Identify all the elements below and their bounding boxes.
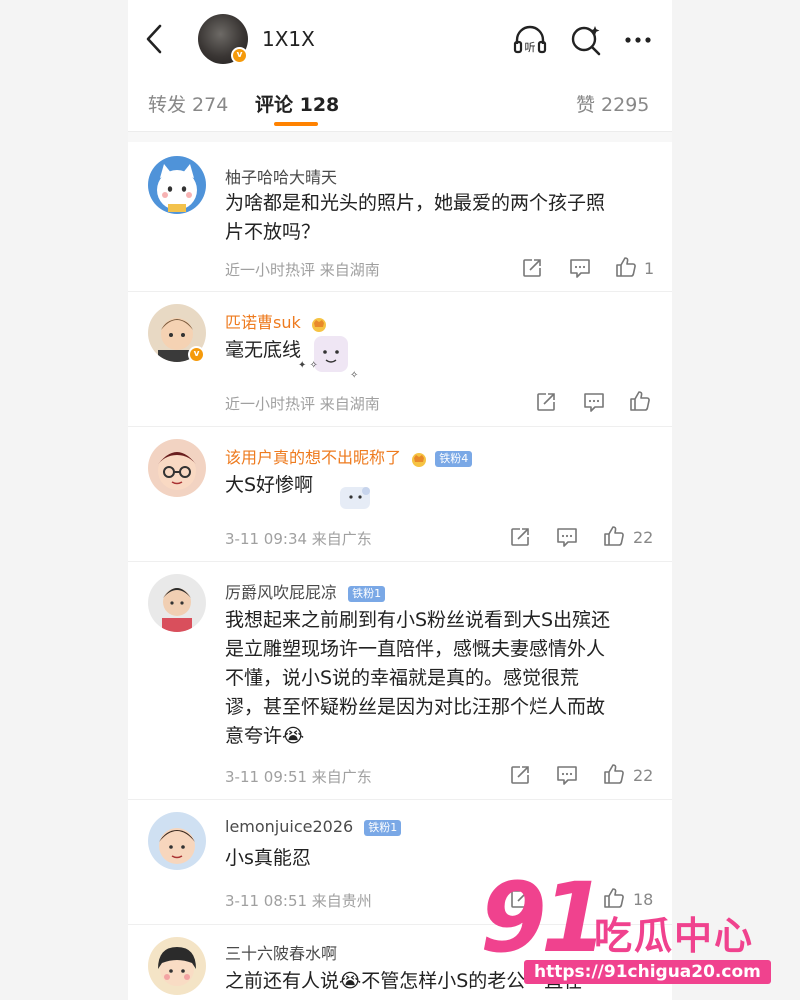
ghost-sticker-icon: ✦ ✧ ✧ [298, 336, 358, 381]
like-count: 22 [633, 766, 654, 785]
comment-text: 我想起来之前刷到有小S粉丝说看到大S出殡还 是立雕塑现场许一直陪伴，感慨夫妻感情… [225, 606, 645, 751]
verified-badge: v [231, 47, 248, 64]
comment-item: 厉爵风吹屁屁凉 铁粉1 我想起来之前刷到有小S粉丝说看到大S出殡还 是立雕塑现场… [128, 562, 672, 800]
svg-text:✧: ✧ [350, 370, 358, 381]
commenter-name[interactable]: 匹诺曹suk [225, 309, 328, 333]
commenter-name[interactable]: 三十六陂春水啊 [225, 940, 337, 964]
search-icon[interactable] [568, 22, 604, 58]
active-tab-indicator [274, 122, 318, 126]
comment-text-line: 片不放吗？ [225, 221, 321, 243]
crown-badge-icon [311, 317, 326, 332]
commenter-name[interactable]: lemonjuice2026 铁粉1 [225, 817, 402, 836]
commenter-avatar[interactable] [148, 574, 206, 632]
commenter-avatar[interactable] [148, 439, 206, 497]
comment-text: 毫无底线 [225, 336, 645, 365]
comment-text-line: 意夸许😭 [225, 725, 305, 747]
comment-text-line: 我想起来之前刷到有小S粉丝说看到大S出殡还 [225, 609, 611, 631]
commenter-avatar[interactable] [148, 812, 206, 870]
like-thumb-icon[interactable] [628, 389, 652, 413]
commenter-name[interactable]: 厉爵风吹屁屁凉 铁粉1 [225, 579, 386, 603]
section-divider [128, 132, 672, 142]
comment-meta: 3-11 09:34 来自广东 [225, 530, 372, 548]
reply-comment-icon[interactable] [568, 256, 592, 280]
back-arrow-icon[interactable] [142, 22, 166, 56]
repost-icon[interactable] [508, 763, 532, 787]
repost-icon[interactable] [508, 525, 532, 549]
comment-text-line: 大S好惨啊 [225, 474, 314, 496]
maruko-avatar-icon [158, 947, 196, 986]
comment-text: 大S好惨啊 [225, 471, 645, 500]
author-name[interactable]: 1X1X [262, 27, 315, 51]
reply-comment-icon[interactable] [555, 525, 579, 549]
watermark-text: 吃瓜中心 [594, 914, 755, 958]
headphones-listen-icon[interactable]: 听 [512, 22, 548, 58]
comment-meta: 近一小时热评 来自湖南 [225, 261, 380, 279]
comment-meta: 近一小时热评 来自湖南 [225, 395, 380, 413]
comment-meta: 3-11 08:51 来自贵州 [225, 892, 372, 910]
commenter-avatar[interactable] [148, 156, 206, 214]
svg-text:✦ ✧: ✦ ✧ [298, 360, 318, 371]
like-thumb-icon[interactable] [602, 524, 626, 548]
cartoon-face-avatar-icon [159, 828, 195, 864]
like-count: 22 [633, 528, 654, 547]
like-count: 1 [644, 259, 655, 278]
commenter-name-text: 该用户真的想不出昵称了 [225, 448, 402, 467]
commenter-name[interactable]: 该用户真的想不出昵称了 铁粉4 [225, 444, 473, 468]
commenter-name-text: 厉爵风吹屁屁凉 [225, 583, 338, 602]
listen-label: 听 [525, 41, 536, 54]
comment-text-line: 是立雕塑现场许一直陪伴，感慨夫妻感情外人 [225, 638, 606, 660]
comment-item: v 匹诺曹suk 毫无底线 ✦ ✧ ✧ 近一小时热评 来自湖南 [128, 292, 672, 427]
fan-level-badge: 铁粉4 [435, 450, 473, 467]
commenter-name[interactable]: 柚子哈哈大晴天 [225, 164, 337, 188]
crown-badge-icon [412, 452, 427, 467]
fan-level-badge: 铁粉1 [364, 819, 402, 836]
reply-comment-icon[interactable] [582, 390, 606, 414]
cartoon-sticker-icon [340, 487, 370, 509]
comment-item: 柚子哈哈大晴天 为啥都是和光头的照片，她最爱的两个孩子照 片不放吗？ 近一小时热… [128, 142, 672, 292]
cat-avatar-icon [157, 164, 197, 212]
child-photo-avatar-icon [162, 588, 192, 632]
more-options-icon[interactable] [620, 22, 656, 58]
tab-reposts[interactable]: 转发 274 [148, 90, 228, 117]
phone-screen: v 1X1X 听 转发 274 评论 128 赞 2295 柚子哈哈大晴天 为啥… [128, 0, 672, 1000]
like-thumb-icon[interactable] [614, 255, 638, 279]
comment-meta: 3-11 09:51 来自广东 [225, 768, 372, 786]
commenter-name-text: 匹诺曹suk [225, 313, 301, 332]
comment-text-line: 为啥都是和光头的照片，她最爱的两个孩子照 [225, 192, 606, 214]
repost-icon[interactable] [520, 256, 544, 280]
like-thumb-icon[interactable] [602, 762, 626, 786]
repost-icon[interactable] [534, 390, 558, 414]
verified-badge: v [188, 346, 205, 363]
watermark-url: https://91chigua20.com [524, 960, 771, 984]
cartoon-boy-avatar-icon [156, 452, 198, 490]
fan-level-badge: 铁粉1 [348, 585, 386, 602]
reply-comment-icon[interactable] [555, 763, 579, 787]
commenter-name-text: lemonjuice2026 [225, 817, 354, 836]
tab-likes[interactable]: 赞 2295 [576, 90, 649, 117]
commenter-avatar[interactable] [148, 937, 206, 995]
top-bar: v 1X1X 听 [128, 0, 672, 80]
tab-bar: 转发 274 评论 128 赞 2295 [128, 72, 672, 132]
comment-text-line: 谬，甚至怀疑粉丝是因为对比汪那个烂人而故 [225, 696, 606, 718]
comment-text: 为啥都是和光头的照片，她最爱的两个孩子照 片不放吗？ [225, 189, 645, 247]
comment-text-line: 毫无底线 [225, 339, 302, 361]
watermark-number: 91 [480, 862, 608, 974]
comment-text-line: 不懂，说小S说的幸福就是真的。感觉很荒 [225, 667, 580, 689]
tab-comments[interactable]: 评论 128 [255, 90, 339, 117]
comment-item: 该用户真的想不出昵称了 铁粉4 大S好惨啊 3-11 09:34 来自广东 22 [128, 427, 672, 562]
